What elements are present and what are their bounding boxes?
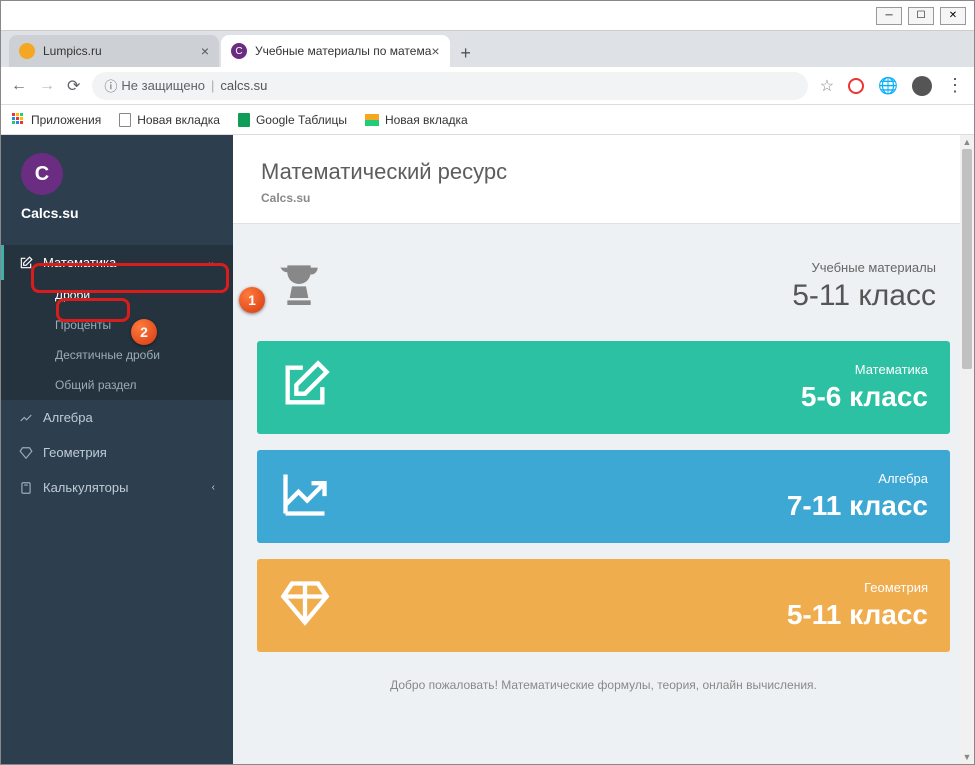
tab-bar: Lumpics.ru × С Учебные материалы по мате… [1, 31, 974, 67]
card-big: 5-11 класс [787, 599, 928, 631]
document-icon [119, 113, 131, 127]
browser-window: ─ ☐ ✕ Lumpics.ru × С Учебные материалы п… [0, 0, 975, 765]
chevron-down-icon: ⌄ [207, 257, 215, 268]
tab-calcs[interactable]: С Учебные материалы по матема × [221, 35, 450, 67]
back-button[interactable]: ← [11, 77, 27, 95]
opera-extension-icon[interactable] [848, 78, 864, 94]
brand-logo: С [21, 153, 63, 195]
bookmark-newtab1[interactable]: Новая вкладка [119, 113, 220, 127]
sidebar-item-algebra[interactable]: Алгебра [1, 400, 233, 435]
sidebar: С Calcs.su Математика ⌄ Дроби Проценты Д… [1, 135, 233, 764]
scroll-thumb[interactable] [962, 149, 972, 369]
chart-icon [19, 411, 33, 425]
apps-icon [11, 113, 25, 127]
calculator-icon [19, 481, 33, 495]
minimize-button[interactable]: ─ [876, 7, 902, 25]
security-indicator[interactable]: ⓘ Не защищено [104, 76, 205, 95]
sidebar-item-label: Алгебра [43, 410, 93, 425]
profile-avatar[interactable] [912, 76, 932, 96]
vertical-scrollbar[interactable]: ▲ ▼ [960, 135, 974, 764]
hero-text: Учебные материалы 5-11 класс [792, 260, 936, 313]
sidebar-sub-fractions[interactable]: Дроби [1, 280, 233, 310]
bookmark-sheets[interactable]: Google Таблицы [238, 113, 347, 127]
os-titlebar: ─ ☐ ✕ [1, 1, 974, 31]
page-header: Математический ресурс Calcs.su [233, 135, 974, 224]
sidebar-item-geometry[interactable]: Геометрия [1, 435, 233, 470]
bookmark-newtab2[interactable]: Новая вкладка [365, 113, 468, 127]
hero-big: 5-11 класс [792, 279, 936, 313]
info-icon: ⓘ [104, 76, 117, 95]
sidebar-item-label: Калькуляторы [43, 480, 128, 495]
bookmark-apps[interactable]: Приложения [11, 113, 101, 127]
bookmark-label: Новая вкладка [385, 113, 468, 127]
brand-name: Calcs.su [21, 205, 213, 221]
forward-button[interactable]: → [39, 77, 55, 95]
bookmark-star-icon[interactable]: ☆ [820, 76, 834, 96]
edit-icon [279, 359, 331, 416]
card-big: 7-11 класс [787, 490, 928, 522]
scroll-down-icon[interactable]: ▼ [960, 750, 974, 764]
address-bar: ← → ⟳ ⓘ Не защищено | calcs.su ☆ 🌐 ⋮ [1, 67, 974, 105]
diamond-icon [279, 577, 331, 634]
card-small: Математика [801, 362, 928, 377]
hero-small: Учебные материалы [792, 260, 936, 275]
footer-text: Добро пожаловать! Математические формулы… [257, 668, 950, 702]
page-title: Математический ресурс [261, 159, 946, 185]
trophy-icon [271, 256, 327, 317]
url-text: calcs.su [220, 78, 267, 93]
image-icon [365, 114, 379, 126]
card-small: Алгебра [787, 471, 928, 486]
url-input[interactable]: ⓘ Не защищено | calcs.su [92, 72, 807, 100]
bookmark-label: Google Таблицы [256, 113, 347, 127]
new-tab-button[interactable]: + [452, 39, 480, 67]
favicon-icon [19, 43, 35, 59]
sidebar-sub-general[interactable]: Общий раздел [1, 370, 233, 400]
maximize-button[interactable]: ☐ [908, 7, 934, 25]
sidebar-item-label: Геометрия [43, 445, 107, 460]
sheets-icon [238, 113, 250, 127]
card-geometry[interactable]: Геометрия 5-11 класс [257, 559, 950, 652]
sidebar-sub-decimals[interactable]: Десятичные дроби [1, 340, 233, 370]
chevron-left-icon: ‹ [212, 482, 215, 493]
diamond-icon [19, 446, 33, 460]
tab-title: Lumpics.ru [43, 44, 102, 58]
card-math[interactable]: Математика 5-6 класс [257, 341, 950, 434]
hero-row: Учебные материалы 5-11 класс [257, 248, 950, 341]
menu-icon[interactable]: ⋮ [946, 75, 964, 96]
sidebar-sub-percent[interactable]: Проценты [1, 310, 233, 340]
globe-icon[interactable]: 🌐 [878, 76, 898, 96]
card-big: 5-6 класс [801, 381, 928, 413]
reload-button[interactable]: ⟳ [67, 76, 80, 96]
bookmark-bar: Приложения Новая вкладка Google Таблицы … [1, 105, 974, 135]
tab-title: Учебные материалы по матема [255, 44, 431, 58]
card-small: Геометрия [787, 580, 928, 595]
close-icon[interactable]: × [431, 43, 439, 59]
sidebar-item-calculators[interactable]: Калькуляторы ‹ [1, 470, 233, 505]
close-icon[interactable]: × [201, 43, 209, 59]
favicon-icon: С [231, 43, 247, 59]
edit-icon [19, 256, 33, 270]
main-content: Математический ресурс Calcs.su Учебные м… [233, 135, 974, 764]
brand[interactable]: С Calcs.su [1, 153, 233, 245]
bookmark-label: Приложения [31, 113, 101, 127]
sidebar-item-label: Математика [43, 255, 116, 270]
page-subtitle: Calcs.su [261, 191, 946, 205]
security-label: Не защищено [121, 78, 205, 93]
bookmark-label: Новая вкладка [137, 113, 220, 127]
card-algebra[interactable]: Алгебра 7-11 класс [257, 450, 950, 543]
scroll-up-icon[interactable]: ▲ [960, 135, 974, 149]
page-viewport: С Calcs.su Математика ⌄ Дроби Проценты Д… [1, 135, 974, 764]
chart-icon [279, 468, 331, 525]
close-button[interactable]: ✕ [940, 7, 966, 25]
tab-lumpics[interactable]: Lumpics.ru × [9, 35, 219, 67]
content-body: Учебные материалы 5-11 класс Математика … [233, 224, 974, 726]
sidebar-submenu-math: Дроби Проценты Десятичные дроби Общий ра… [1, 280, 233, 400]
sidebar-item-math[interactable]: Математика ⌄ [1, 245, 233, 280]
toolbar-right: ☆ 🌐 ⋮ [820, 75, 964, 96]
